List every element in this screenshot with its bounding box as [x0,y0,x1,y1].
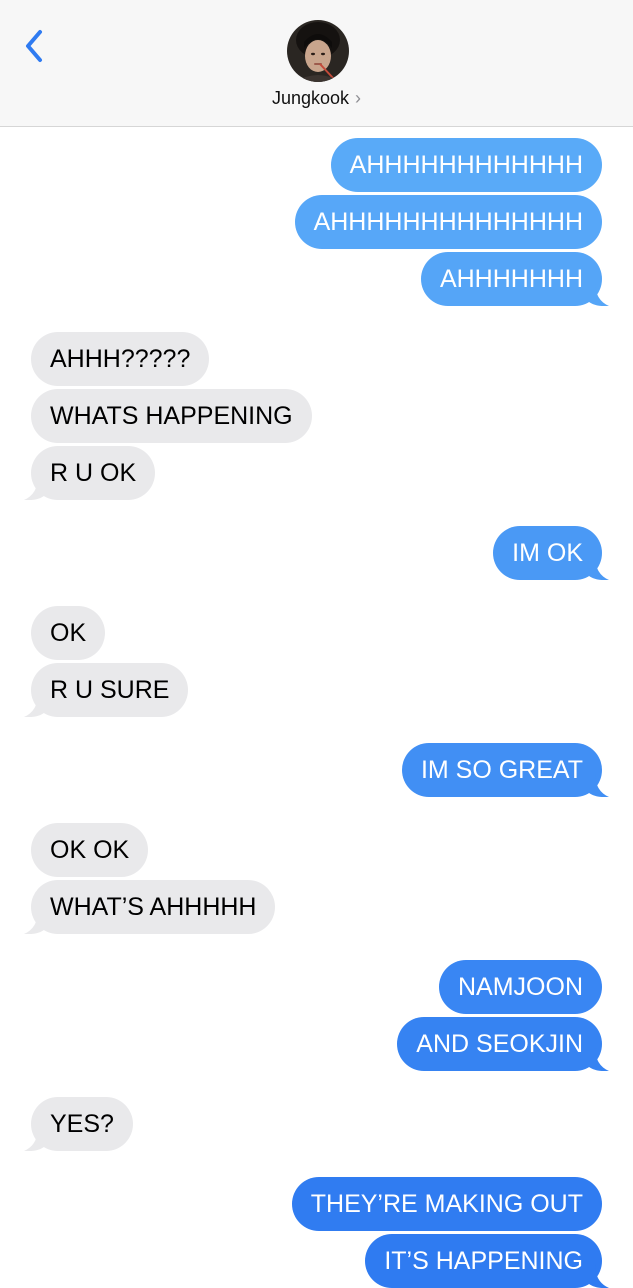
received-message-bubble[interactable]: OK [31,606,106,660]
message-text: WHATS HAPPENING [50,402,293,430]
bubble-tail [587,282,609,306]
message-text: OK [50,619,87,647]
received-message-bubble[interactable]: R U SURE [24,663,189,717]
message-text: THEY’RE MAKING OUT [310,1190,583,1218]
bubble-tail [24,693,46,717]
received-message-bubble[interactable]: WHAT’S AHHHHH [24,880,276,934]
sent-message-bubble[interactable]: AHHHHHHHHHHHHHH [294,195,602,249]
sent-message-bubble[interactable]: IT’S HAPPENING [365,1234,609,1288]
sent-message-bubble[interactable]: NAMJOON [439,960,602,1014]
bubble-tail [587,1047,609,1071]
sent-message-bubble[interactable]: AHHHHHHH [420,252,609,306]
bubble-tail [24,1127,46,1151]
bubble-tail [587,556,609,580]
received-message-bubble[interactable]: WHATS HAPPENING [31,389,312,443]
avatar-photo [287,20,349,82]
received-message-bubble[interactable]: R U OK [24,446,156,500]
message-text: NAMJOON [458,973,583,1001]
back-button[interactable] [18,26,54,66]
message-text: OK OK [50,836,130,864]
sent-message-bubble[interactable]: IM SO GREAT [401,743,609,797]
message-text: R U OK [50,459,137,487]
message-text: AHHH????? [50,345,191,373]
contact-name-button[interactable]: Jungkook › [0,88,633,109]
bubble-tail [24,476,46,500]
chevron-right-icon: › [355,88,362,108]
bubble-tail [587,773,609,797]
contact-name: Jungkook [271,88,350,108]
conversation-header: Jungkook › [0,0,633,127]
bubble-tail [24,910,46,934]
received-message-bubble[interactable]: OK OK [31,823,149,877]
sent-message-bubble[interactable]: AHHHHHHHHHHHH [330,138,602,192]
message-text: AHHHHHHH [439,265,583,293]
avatar[interactable] [287,20,349,82]
message-text: IM SO GREAT [420,756,583,784]
message-text: R U SURE [50,676,170,704]
message-text: AHHHHHHHHHHHHHH [313,208,583,236]
message-thread[interactable]: AHHHHHHHHHHHH AHHHHHHHHHHHHHH AHHHHHHH AHHH… [0,127,633,1288]
chevron-left-icon [26,30,42,62]
sent-message-bubble[interactable]: IM OK [493,526,609,580]
message-text: IT’S HAPPENING [384,1247,583,1275]
sent-message-bubble[interactable]: AND SEOKJIN [397,1017,609,1071]
message-text: YES? [50,1110,114,1138]
received-message-bubble[interactable]: AHHH????? [31,332,210,386]
received-message-bubble[interactable]: YES? [24,1097,133,1151]
message-text: WHAT’S AHHHHH [50,893,257,921]
message-text: AND SEOKJIN [416,1030,583,1058]
message-text: IM OK [512,539,583,567]
bubble-tail [587,1264,609,1288]
sent-message-bubble[interactable]: THEY’RE MAKING OUT [291,1177,602,1231]
message-text: AHHHHHHHHHHHH [349,151,583,179]
